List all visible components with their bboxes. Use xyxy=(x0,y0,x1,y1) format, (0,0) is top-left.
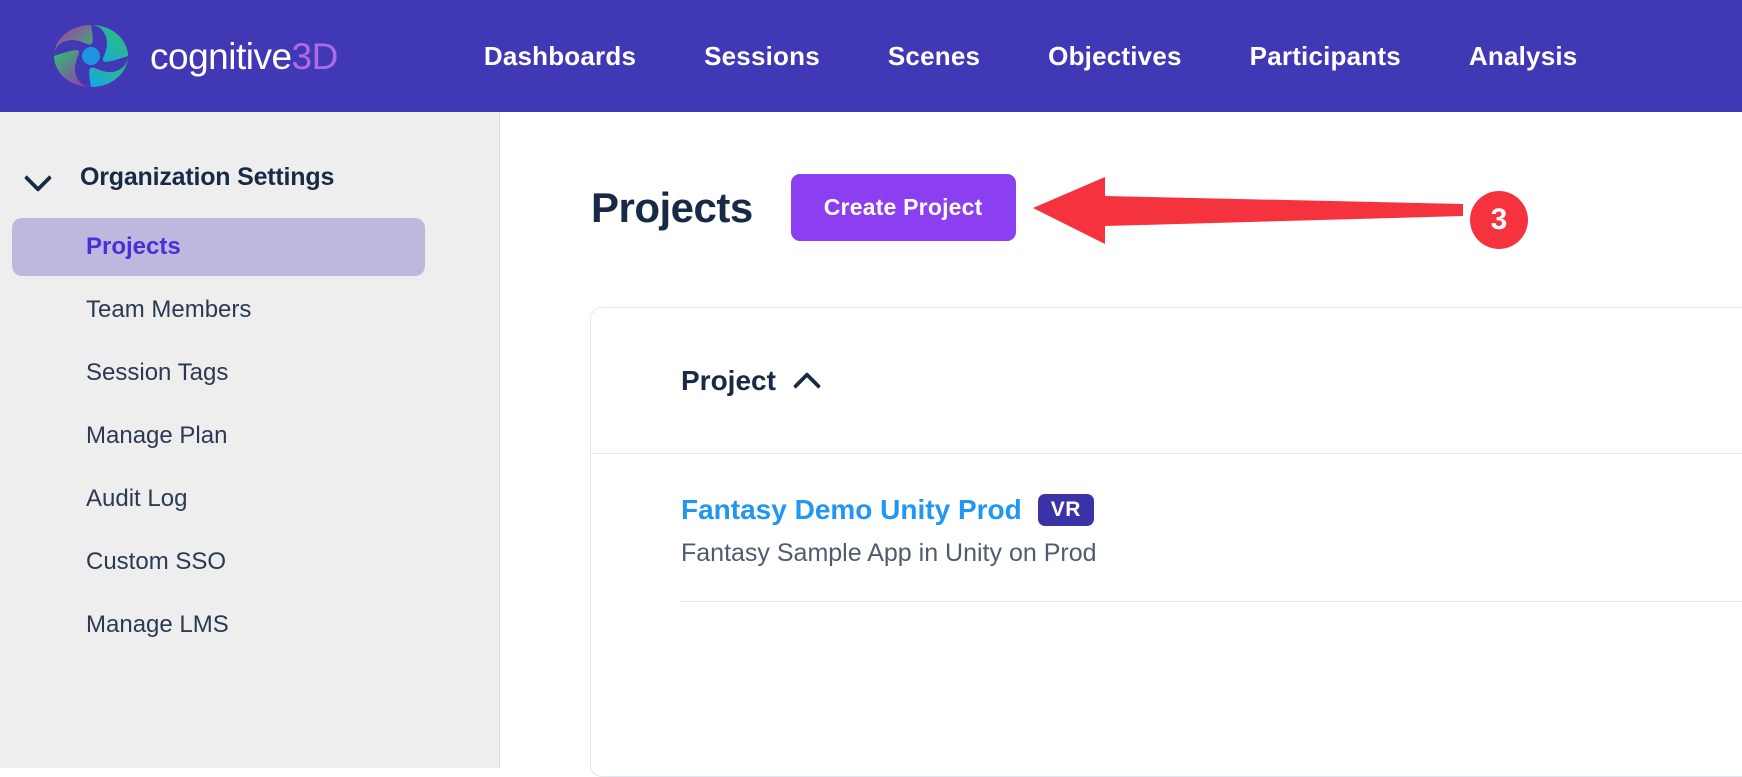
sidebar-menu: Projects Team Members Session Tags Manag… xyxy=(0,218,499,654)
top-navigation-bar: cognitive3D Dashboards Sessions Scenes O… xyxy=(0,0,1742,112)
settings-sidebar: Organization Settings Projects Team Memb… xyxy=(0,112,500,768)
brand-wordmark: cognitive3D xyxy=(150,38,338,75)
sidebar-item-label: Projects xyxy=(86,233,181,260)
primary-nav-links: Dashboards Sessions Scenes Objectives Pa… xyxy=(450,41,1612,72)
projects-table-card: Project Fantasy Demo Unity Prod VR Fanta… xyxy=(590,307,1742,777)
sidebar-item-team-members[interactable]: Team Members xyxy=(12,281,425,339)
table-column-header-project[interactable]: Project xyxy=(681,365,820,397)
sidebar-item-label: Audit Log xyxy=(86,485,188,512)
row-divider xyxy=(681,601,1742,602)
cognitive3d-swirl-logo-icon xyxy=(48,19,134,93)
brand-name-primary: cognitive xyxy=(150,35,292,77)
page-title: Projects xyxy=(591,183,753,231)
table-column-label: Project xyxy=(681,364,776,396)
page-header: Projects Create Project xyxy=(501,112,1742,241)
chevron-up-icon xyxy=(794,370,820,392)
nav-item-dashboards[interactable]: Dashboards xyxy=(450,41,670,72)
sidebar-item-label: Custom SSO xyxy=(86,548,227,575)
project-name-link[interactable]: Fantasy Demo Unity Prod xyxy=(681,494,1022,526)
brand-name-accent: 3D xyxy=(291,35,339,77)
sidebar-item-session-tags[interactable]: Session Tags xyxy=(12,344,425,402)
nav-item-objectives[interactable]: Objectives xyxy=(1014,41,1216,72)
brand-logo[interactable]: cognitive3D xyxy=(48,19,338,93)
chevron-down-icon xyxy=(24,162,54,192)
sidebar-item-manage-lms[interactable]: Manage LMS xyxy=(12,596,425,654)
main-content: Projects Create Project Project Fantasy … xyxy=(501,112,1742,777)
nav-item-scenes[interactable]: Scenes xyxy=(854,41,1014,72)
table-header-row: Project xyxy=(591,308,1742,454)
sidebar-item-audit-log[interactable]: Audit Log xyxy=(12,470,425,528)
nav-item-sessions[interactable]: Sessions xyxy=(670,41,854,72)
sidebar-item-label: Team Members xyxy=(86,296,252,323)
sidebar-item-label: Manage Plan xyxy=(86,422,228,449)
sidebar-item-label: Session Tags xyxy=(86,359,229,386)
platform-badge-vr: VR xyxy=(1037,494,1094,526)
sidebar-item-projects[interactable]: Projects xyxy=(12,218,425,276)
sidebar-section-organization-settings[interactable]: Organization Settings xyxy=(0,154,499,200)
sidebar-item-label: Manage LMS xyxy=(86,611,229,638)
sidebar-item-custom-sso[interactable]: Custom SSO xyxy=(12,533,425,591)
sidebar-section-label: Organization Settings xyxy=(80,162,335,191)
table-row: Fantasy Demo Unity Prod VR Fantasy Sampl… xyxy=(591,454,1742,602)
nav-item-analysis[interactable]: Analysis xyxy=(1435,41,1612,72)
project-title-line: Fantasy Demo Unity Prod VR xyxy=(681,494,1742,526)
project-description: Fantasy Sample App in Unity on Prod xyxy=(681,539,1097,567)
nav-item-participants[interactable]: Participants xyxy=(1216,41,1435,72)
create-project-button[interactable]: Create Project xyxy=(790,174,1016,241)
sidebar-item-manage-plan[interactable]: Manage Plan xyxy=(12,407,425,465)
